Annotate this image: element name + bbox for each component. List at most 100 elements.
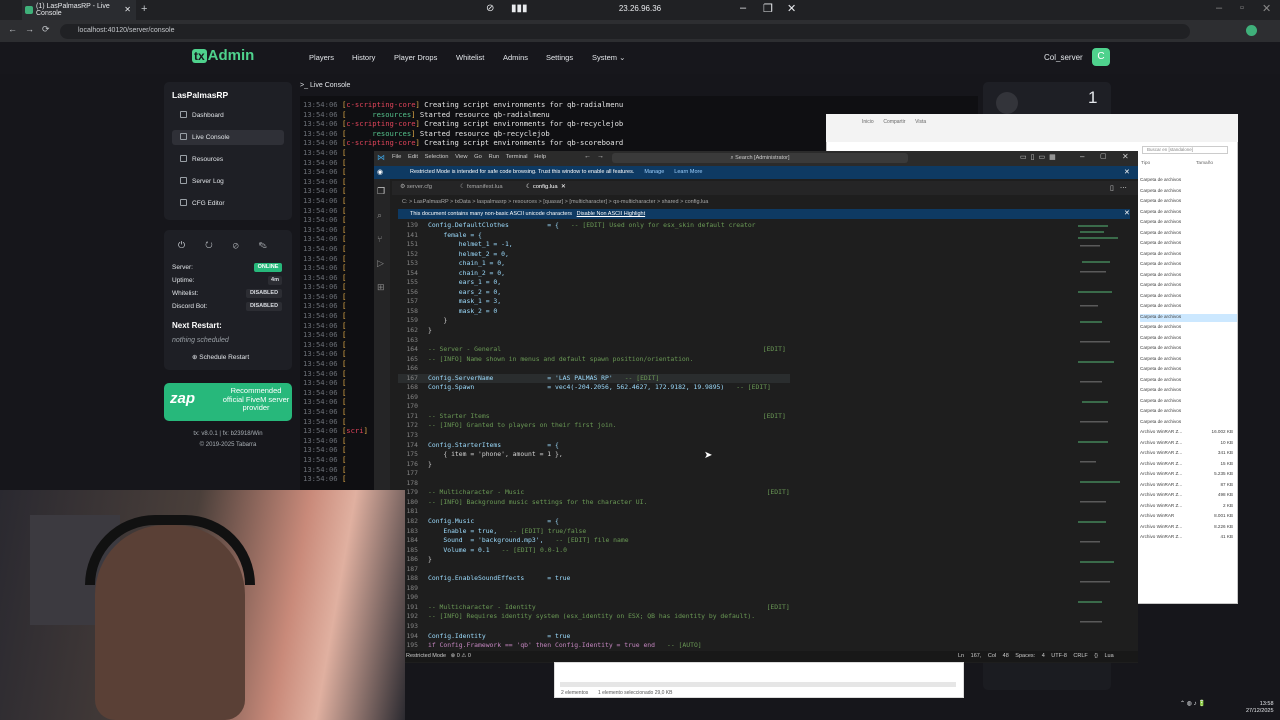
menu-whitelist[interactable]: Whitelist: [456, 53, 484, 62]
server-status-card: [164, 230, 292, 370]
split-editor-icons[interactable]: ▯⋯: [1110, 184, 1133, 192]
sidebar-item-cfg-editor[interactable]: CFG Editor: [172, 196, 284, 211]
editor-status-info[interactable]: Ln 167, Col 48 Spaces: 4 UTF-8 CRLF {} L…: [958, 653, 1114, 659]
browser-close-icon[interactable]: ✕: [1262, 2, 1271, 15]
explorer-row[interactable]: Carpeta de archivos: [1140, 313, 1237, 322]
server-control-icons[interactable]: ⏻↻⊘✎: [178, 240, 287, 251]
explorer-row[interactable]: Carpeta de archivos: [1140, 240, 1237, 248]
explorer-row[interactable]: Carpeta de archivos: [1140, 335, 1237, 343]
nav-buttons[interactable]: ←→⟳: [8, 24, 58, 35]
explorer-row[interactable]: Archivo WinRAR Z... 2 KB: [1140, 503, 1237, 511]
schedule-restart-button[interactable]: ⊕ Schedule Restart: [192, 353, 249, 361]
explorer-row[interactable]: Carpeta de archivos: [1140, 366, 1237, 374]
explorer-row[interactable]: Carpeta de archivos: [1140, 345, 1237, 353]
explorer-row[interactable]: Carpeta de archivos: [1140, 219, 1237, 227]
explorer-row[interactable]: Carpeta de archivos: [1140, 282, 1237, 290]
menu-history[interactable]: History: [352, 53, 375, 62]
explorer-row[interactable]: Carpeta de archivos: [1140, 408, 1237, 416]
menu-system[interactable]: System ⌄: [592, 53, 625, 62]
url-input[interactable]: localhost:40120/server/console: [60, 24, 1190, 39]
tab-server-cfg[interactable]: ⚙ server.cfg: [400, 184, 432, 190]
code-line: 175 { item = 'phone', amount = 1 },: [406, 450, 563, 459]
explorer-row[interactable]: Archivo WinRAR 8.001 KB: [1140, 513, 1237, 521]
explorer-row[interactable]: Carpeta de archivos: [1140, 272, 1237, 280]
user-avatar[interactable]: C: [1092, 48, 1110, 66]
explorer-row[interactable]: Carpeta de archivos: [1140, 377, 1237, 385]
problems-count[interactable]: ⊗ 0 ⚠ 0: [451, 653, 471, 659]
extensions-icon[interactable]: ⊞: [377, 282, 385, 293]
explorer-row[interactable]: Archivo WinRAR Z... 498 KB: [1140, 492, 1237, 500]
sidebar-item-live-console[interactable]: Live Console: [172, 130, 284, 145]
code-editor[interactable]: 139 Config.DefaultClothes = {-- [EDIT] Us…: [398, 221, 790, 651]
explorer-row[interactable]: Carpeta de archivos: [1140, 198, 1237, 206]
menu-player-drops[interactable]: Player Drops: [394, 53, 437, 62]
restricted-mode-status[interactable]: Restricted Mode ⊗ 0 ⚠ 0: [406, 653, 471, 659]
browser-restore-icon[interactable]: ▫: [1240, 2, 1244, 14]
taskbar-clock[interactable]: 13:58 27/12/2025: [1246, 701, 1274, 715]
explorer-scrollbar[interactable]: [560, 682, 956, 687]
explorer-row[interactable]: Carpeta de archivos: [1140, 177, 1237, 185]
sidebar-item-resources[interactable]: Resources: [172, 152, 284, 167]
menu-players[interactable]: Players: [309, 53, 334, 62]
explorer-col-size[interactable]: Tamaño: [1196, 161, 1213, 166]
explorer-row[interactable]: Carpeta de archivos: [1140, 251, 1237, 259]
vscode-menubar[interactable]: File Edit Selection View Go Run Terminal…: [392, 154, 546, 160]
manage-link[interactable]: Manage: [644, 169, 664, 175]
new-tab-icon[interactable]: +: [141, 3, 147, 15]
explorer-row[interactable]: Carpeta de archivos: [1140, 303, 1237, 311]
close-tab-icon[interactable]: ✕: [124, 5, 131, 14]
explorer-ribbon-tabs[interactable]: Inicio Compartir Vista: [862, 119, 926, 125]
explorer-row[interactable]: Carpeta de archivos: [1140, 356, 1237, 364]
explorer-row[interactable]: Archivo WinRAR Z... 41 KB: [1140, 534, 1237, 542]
close-window-icon[interactable]: ✕: [787, 2, 796, 15]
explorer-search-input[interactable]: Buscar en [standalone]: [1142, 146, 1228, 154]
vscode-command-search[interactable]: ⌕ Search [Administrator]: [612, 153, 908, 163]
menu-settings[interactable]: Settings: [546, 53, 573, 62]
disable-highlight-link[interactable]: Disable Non ASCII Highlight: [577, 211, 645, 217]
menu-admins[interactable]: Admins: [503, 53, 528, 62]
minimize-icon[interactable]: –: [740, 2, 746, 14]
explorer-row[interactable]: Carpeta de archivos: [1140, 324, 1237, 332]
system-tray-icons[interactable]: ⌃ ◍ ♪ 🔋: [1180, 700, 1206, 707]
restore-icon[interactable]: ❐: [763, 2, 773, 15]
vscode-maximize-icon[interactable]: ▢: [1100, 152, 1107, 160]
explorer-col-type[interactable]: Tipo: [1141, 161, 1150, 166]
explorer-row[interactable]: Carpeta de archivos: [1140, 419, 1237, 427]
explorer-row[interactable]: Archivo WinRAR Z... 16.002 KB: [1140, 429, 1237, 437]
explorer-icon[interactable]: ❐: [377, 186, 385, 197]
source-control-icon[interactable]: ⑂: [377, 234, 382, 244]
browser-minimize-icon[interactable]: –: [1216, 2, 1222, 14]
explorer-row[interactable]: Archivo WinRAR Z... 341 KB: [1140, 450, 1237, 458]
search-icon[interactable]: ⌕: [377, 210, 382, 221]
explorer-row[interactable]: Archivo WinRAR Z... 87 KB: [1140, 482, 1237, 490]
explorer-row[interactable]: Carpeta de archivos: [1140, 398, 1237, 406]
explorer-row[interactable]: Archivo WinRAR Z... 15 KB: [1140, 461, 1237, 469]
vscode-close-icon[interactable]: ✕: [1122, 152, 1129, 161]
learn-more-link[interactable]: Learn More: [674, 169, 702, 175]
explorer-row[interactable]: Archivo WinRAR Z... 5.235 KB: [1140, 471, 1237, 479]
explorer-row[interactable]: Carpeta de archivos: [1140, 209, 1237, 217]
vscode-nav-arrows[interactable]: ←→: [584, 153, 610, 160]
vscode-logo-icon: ⋈: [377, 153, 385, 162]
run-debug-icon[interactable]: ▷: [377, 258, 384, 269]
explorer-row[interactable]: Carpeta de archivos: [1140, 261, 1237, 269]
txadmin-logo[interactable]: tx Admin: [192, 47, 264, 67]
explorer-row[interactable]: Carpeta de archivos: [1140, 230, 1237, 238]
close-unicode-banner-icon[interactable]: ✕: [1124, 209, 1130, 217]
sidebar-item-server-log[interactable]: Server Log: [172, 174, 284, 189]
close-banner-icon[interactable]: ✕: [1124, 168, 1130, 176]
browser-profile-avatar[interactable]: [1246, 25, 1257, 36]
layout-toggle-icons[interactable]: ▭▯▭▦: [1020, 153, 1060, 161]
explorer-row[interactable]: Carpeta de archivos: [1140, 188, 1237, 196]
explorer-row[interactable]: Archivo WinRAR Z... 10 KB: [1140, 440, 1237, 448]
explorer-row[interactable]: Carpeta de archivos: [1140, 293, 1237, 301]
vscode-minimize-icon[interactable]: –: [1080, 152, 1084, 161]
explorer-row[interactable]: Carpeta de archivos: [1140, 387, 1237, 395]
browser-tab[interactable]: (1) LasPalmasRP - Live Console ✕: [22, 0, 136, 20]
minimap[interactable]: [1074, 221, 1132, 651]
breadcrumb[interactable]: C: > LasPalmasRP > txData > laspalmasrp …: [402, 199, 708, 205]
tab-fxmanifest[interactable]: ☾ fxmanifest.lua: [460, 184, 503, 190]
tab-config-lua[interactable]: ☾ config.lua ✕: [526, 184, 566, 190]
sidebar-item-dashboard[interactable]: Dashboard: [172, 108, 284, 123]
explorer-row[interactable]: Archivo WinRAR Z... 8.226 KB: [1140, 524, 1237, 532]
